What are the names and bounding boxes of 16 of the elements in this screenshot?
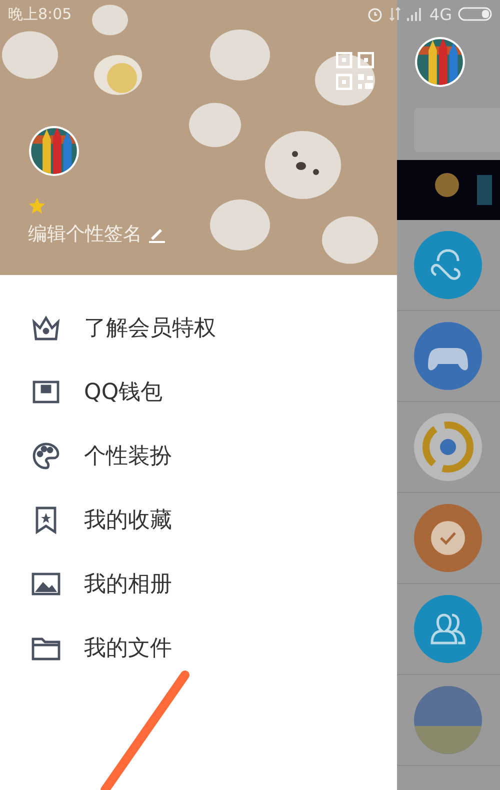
battery-icon xyxy=(458,7,492,21)
menu-item[interactable]: QQ钱包 xyxy=(0,360,397,424)
menu-item[interactable]: 了解会员特权 xyxy=(0,296,397,360)
menu-item[interactable]: 我的收藏 xyxy=(0,488,397,552)
menu-item[interactable]: 我的文件 xyxy=(0,616,397,680)
palette-icon xyxy=(30,440,62,472)
menu-item[interactable]: 我的相册 xyxy=(0,552,397,616)
gamepad-icon xyxy=(414,322,482,390)
signal-icon xyxy=(407,7,424,21)
avatar-icon[interactable] xyxy=(414,36,466,88)
badge-icon xyxy=(414,504,482,572)
qq-app-icon xyxy=(414,413,482,481)
contacts-icon xyxy=(414,231,482,299)
network-type: 4G xyxy=(429,4,452,24)
group-icon xyxy=(414,595,482,663)
menu-item[interactable]: 个性装扮 xyxy=(0,424,397,488)
